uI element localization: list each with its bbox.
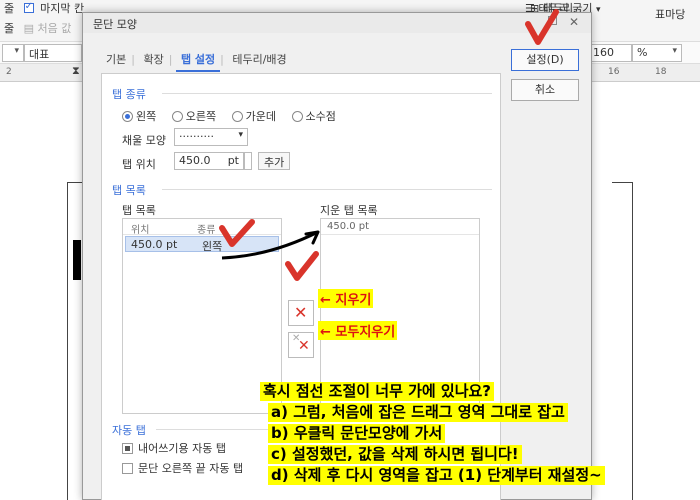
tab-kind-label: 탭 종류 (112, 88, 146, 101)
ruler-number: 16 (608, 67, 620, 77)
radio-right-label: 오른쪽 (185, 110, 217, 123)
first-value-label: 처음 값 (37, 22, 72, 35)
table-style-button[interactable]: 표마당 (655, 6, 685, 22)
note-line: d) 삭제 후 다시 영역을 잡고 (1) 단계부터 재설정~ (268, 466, 605, 485)
add-tab-button[interactable]: 추가 (258, 152, 291, 170)
col-position-header: 위치 (131, 225, 150, 236)
auto-tab-option-1[interactable]: 내어쓰기용 자동 탭 (122, 440, 226, 456)
tab-position-value: 450.0 (179, 154, 211, 167)
instruction-note: 혹시 점선 조절이 너무 가에 있나요? a) 그럼, 처음에 잡은 드래그 영… (260, 382, 690, 487)
radio-center-indicator[interactable] (231, 111, 243, 122)
tab-list-header: 위치 종류 (123, 219, 281, 236)
zoom-unit-combo[interactable]: % ▾ (632, 44, 682, 62)
tab-separator: | (168, 53, 173, 66)
note-line: c) 설정했던, 값을 삭제 하시면 됩니다! (268, 445, 522, 464)
radio-right[interactable]: 오른쪽 (171, 108, 217, 124)
tab-row-position: 450.0 pt (131, 238, 178, 251)
radio-center-label: 가운데 (245, 110, 276, 123)
page-corner-line (612, 182, 632, 183)
tab-basic[interactable]: 기본 (101, 51, 131, 67)
tab-row-kind: 왼쪽 (202, 240, 223, 253)
ribbon-row1-prefix: 줄 (4, 2, 15, 15)
chevron-down-icon: ▾ (14, 46, 19, 56)
divider (162, 93, 492, 94)
chevron-down-icon: ▾ (238, 130, 243, 140)
fill-shape-combo[interactable]: ·········· ▾ (174, 128, 248, 146)
zoom-value: 160 (593, 46, 614, 59)
tab-separator: | (220, 53, 224, 66)
ribbon-row-2[interactable]: 줄 ▤ 처음 값 (4, 20, 71, 36)
chevron-down-icon: ▾ (595, 5, 601, 15)
delete-all-tabs-button[interactable]: ✕ ✕ (288, 332, 314, 358)
zoom-unit: % (637, 46, 648, 59)
tab-kind-radios: 왼쪽 오른쪽 가운데 소수점 (122, 108, 348, 124)
tab-border-background[interactable]: 테두리/배경 (227, 51, 291, 67)
deleted-tab-item[interactable]: 450.0 pt (321, 219, 479, 235)
style-combo[interactable]: 대표 (24, 44, 82, 62)
zoom-combo[interactable]: 160 (588, 44, 632, 62)
restore-icon[interactable] (548, 16, 557, 25)
close-icon[interactable]: ✕ (569, 15, 579, 29)
fill-shape-label: 채울 모양 (122, 134, 166, 147)
note-line: 혹시 점선 조절이 너무 가에 있나요? (260, 382, 495, 401)
radio-center[interactable]: 가운데 (231, 108, 276, 124)
radio-left-indicator[interactable] (122, 111, 133, 122)
tab-list-row[interactable]: 450.0 pt 왼쪽 (125, 236, 279, 253)
indent-marker-icon[interactable]: ⧗ (72, 64, 80, 78)
col-kind-header: 종류 (197, 225, 216, 236)
radio-left[interactable]: 왼쪽 (122, 108, 156, 124)
delete-annotation: ← 지우기 (318, 289, 374, 308)
radio-right-indicator[interactable] (171, 111, 183, 122)
delete-all-x-icon: ✕ (298, 338, 310, 354)
radio-decimal[interactable]: 소수점 (291, 108, 336, 124)
ribbon-left-group: 줄 마지막 칸 줄 ▤ 처음 값 (0, 0, 85, 42)
ruler-number: 18 (655, 67, 667, 77)
ribbon-row-1[interactable]: 줄 마지막 칸 (4, 0, 84, 16)
prev-combo[interactable]: ▾ (2, 44, 24, 62)
tab-list-box[interactable]: 위치 종류 450.0 pt 왼쪽 (122, 218, 282, 414)
auto-tab-option-2[interactable]: 문단 오른쪽 끝 자동 탭 (122, 460, 243, 476)
fill-shape-value: ·········· (179, 130, 214, 143)
tab-position-input[interactable]: 450.0 pt (174, 152, 244, 170)
right-edge-checkbox[interactable] (122, 463, 133, 474)
ok-button[interactable]: 설정(D) (511, 49, 579, 71)
hanging-indent-checkbox[interactable] (122, 443, 133, 454)
note-line: b) 우클릭 문단모양에 가서 (268, 424, 446, 443)
text-cursor (73, 240, 81, 280)
chevron-down-icon: ▾ (672, 46, 677, 56)
tab-position-label: 탭 위치 (122, 158, 156, 171)
dialog-title: 문단 모양 (93, 18, 137, 31)
radio-decimal-indicator[interactable] (291, 111, 303, 122)
tab-list-section-label: 탭 목록 (112, 184, 146, 197)
radio-decimal-label: 소수점 (305, 110, 336, 123)
delete-x-icon: ✕ (294, 303, 308, 322)
dialog-tabs: 기본 | 확장 | 탭 설정 | 테두리/배경 (101, 51, 292, 72)
ruler-number: 2 (6, 67, 12, 77)
radio-left-label: 왼쪽 (136, 110, 157, 123)
delete-tab-button[interactable]: ✕ (288, 300, 314, 326)
cancel-button[interactable]: 취소 (511, 79, 579, 101)
page-corner-line (67, 182, 68, 500)
style-combo-value: 대표 (29, 48, 50, 61)
tab-position-spinner[interactable] (244, 152, 252, 170)
note-line: a) 그럼, 처음에 잡은 드래그 영역 그대로 잡고 (268, 403, 568, 422)
hanging-indent-label: 내어쓰기용 자동 탭 (138, 442, 226, 455)
tab-extended[interactable]: 확장 (138, 51, 168, 67)
dialog-titlebar[interactable]: 문단 모양 ✕ (83, 13, 591, 33)
auto-tab-label: 자동 탭 (112, 424, 146, 437)
right-edge-label: 문단 오른쪽 끝 자동 탭 (138, 462, 244, 475)
tab-list-label: 탭 목록 (122, 204, 156, 217)
tab-separator: | (131, 53, 135, 66)
last-cell-checkbox[interactable] (23, 1, 34, 13)
divider (162, 189, 492, 190)
tab-position-unit: pt (227, 154, 239, 167)
deleted-tab-list-label: 지운 탭 목록 (320, 204, 378, 217)
delete-all-annotation: ← 모두지우기 (318, 321, 398, 340)
tab-tab-settings[interactable]: 탭 설정 (175, 51, 221, 72)
first-value-icon: ▤ (23, 22, 35, 35)
last-cell-label: 마지막 칸 (40, 2, 85, 15)
ribbon-row2-prefix: 줄 (4, 22, 15, 35)
